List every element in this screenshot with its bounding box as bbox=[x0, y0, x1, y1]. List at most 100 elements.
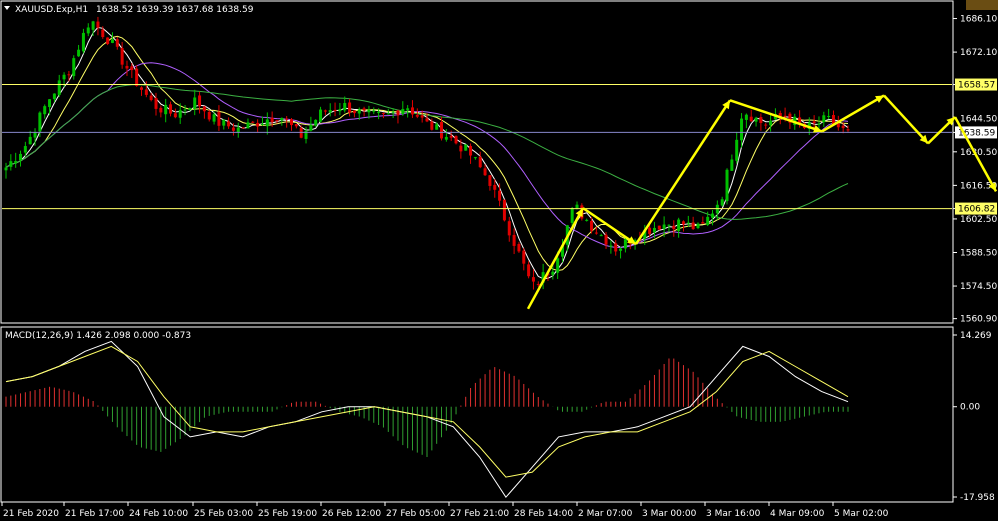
candle-body bbox=[740, 118, 744, 141]
candle-body bbox=[362, 108, 366, 111]
y-tick-label: 1686.10 bbox=[960, 15, 997, 25]
candle-body bbox=[517, 244, 521, 252]
candle-body bbox=[260, 123, 264, 125]
candle-body bbox=[198, 95, 202, 107]
candle-body bbox=[183, 109, 187, 111]
x-tick-label: 21 Feb 2020 bbox=[3, 509, 59, 519]
y-tick-label: 1588.50 bbox=[960, 248, 997, 258]
candle-body bbox=[319, 109, 323, 122]
x-axis: 21 Feb 2020 21 Feb 17:00 24 Feb 10:00 25 Fe… bbox=[1, 502, 889, 519]
candle-body bbox=[275, 120, 279, 122]
candle-body bbox=[604, 234, 608, 245]
x-tick-label: 25 Feb 03:00 bbox=[194, 509, 253, 519]
projection-arrow-segment bbox=[526, 207, 585, 310]
candle-body bbox=[106, 37, 110, 45]
candle-body bbox=[14, 160, 18, 164]
candle-body bbox=[381, 112, 385, 114]
level-price-label: 1606.82 bbox=[958, 205, 995, 215]
candle-body bbox=[96, 21, 100, 28]
candle-body bbox=[662, 224, 666, 229]
candle-body bbox=[609, 245, 613, 247]
y-tick-label: 1574.50 bbox=[960, 282, 997, 292]
candle-body bbox=[207, 111, 211, 120]
candle-body bbox=[164, 104, 168, 115]
candle-body bbox=[725, 169, 729, 202]
candle-body bbox=[391, 111, 395, 113]
candle-body bbox=[115, 39, 119, 47]
candle-body bbox=[270, 117, 274, 123]
candle-body bbox=[498, 190, 502, 201]
candle-body bbox=[696, 223, 700, 228]
macd-header: MACD(12,26,9) 1.426 2.098 0.000 -0.873 bbox=[5, 331, 191, 341]
candle-body bbox=[241, 127, 245, 129]
y-tick-label: 1560.90 bbox=[960, 315, 997, 325]
candle-body bbox=[231, 127, 235, 131]
candle-body bbox=[139, 87, 143, 90]
macd-pane-frame bbox=[0, 326, 954, 503]
candle-body bbox=[193, 97, 197, 109]
candle-body bbox=[406, 108, 410, 110]
candle-body bbox=[551, 271, 555, 275]
candle-body bbox=[686, 222, 690, 224]
projection-arrow-segment bbox=[729, 99, 823, 133]
candle-body bbox=[464, 144, 468, 151]
candle-body bbox=[764, 124, 768, 126]
x-tick-label: 4 Mar 09:00 bbox=[770, 509, 825, 519]
macd-y-tick-label: 0.00 bbox=[960, 403, 980, 413]
candle-body bbox=[614, 243, 618, 252]
candle-body bbox=[135, 68, 139, 86]
candle-body bbox=[720, 199, 724, 206]
candle-body bbox=[420, 115, 424, 118]
candle-body bbox=[28, 136, 32, 145]
candle-body bbox=[280, 117, 284, 121]
candle-body bbox=[469, 145, 473, 156]
macd-indicator: 14.269 0.00 -17.958 bbox=[5, 331, 995, 503]
candle-body bbox=[749, 116, 753, 122]
candle-body bbox=[352, 110, 356, 114]
candle-body bbox=[38, 112, 42, 132]
x-tick-label: 26 Feb 12:00 bbox=[322, 509, 381, 519]
candle-body bbox=[178, 110, 182, 118]
trading-chart[interactable]: XAUUSD.Exp,H1 1638.52 1639.39 1637.68 16… bbox=[0, 0, 998, 521]
candle-body bbox=[343, 103, 347, 111]
candle-body bbox=[502, 199, 506, 221]
candle-body bbox=[19, 153, 23, 161]
candle-body bbox=[623, 239, 627, 249]
candle-body bbox=[23, 146, 27, 153]
candle-body bbox=[701, 222, 705, 224]
candle-body bbox=[86, 27, 90, 34]
candle-body bbox=[594, 232, 598, 234]
main-pane-frame bbox=[0, 0, 954, 324]
projection-arrows bbox=[526, 94, 998, 310]
candle-body bbox=[488, 175, 492, 186]
candle-body bbox=[483, 168, 487, 176]
candle-body bbox=[440, 121, 444, 139]
candle-body bbox=[333, 110, 337, 112]
candle-body bbox=[130, 66, 134, 71]
chart-collapse-icon[interactable] bbox=[4, 6, 10, 10]
candle-body bbox=[812, 121, 816, 124]
candle-body bbox=[590, 220, 594, 231]
candle-body bbox=[173, 113, 177, 118]
candle-body bbox=[328, 110, 332, 113]
candle-body bbox=[188, 108, 192, 110]
candle-body bbox=[386, 113, 390, 115]
chart-header-ohlc: 1638.52 1639.39 1637.68 1638.59 bbox=[96, 5, 254, 15]
candle-body bbox=[401, 108, 405, 114]
candle-body bbox=[711, 213, 715, 218]
candle-body bbox=[323, 110, 327, 112]
projection-arrow-segment bbox=[821, 94, 885, 133]
x-tick-label: 3 Mar 16:00 bbox=[706, 509, 761, 519]
candle-body bbox=[367, 109, 371, 113]
candle-body bbox=[77, 49, 81, 57]
candle-body bbox=[846, 129, 850, 131]
candle-body bbox=[217, 111, 221, 126]
candles bbox=[4, 16, 850, 290]
candle-body bbox=[691, 222, 695, 230]
candle-body bbox=[251, 121, 255, 123]
candle-body bbox=[227, 121, 231, 127]
candle-body bbox=[91, 21, 95, 30]
candle-body bbox=[817, 123, 821, 125]
candle-body bbox=[822, 115, 826, 123]
candle-body bbox=[677, 219, 681, 232]
